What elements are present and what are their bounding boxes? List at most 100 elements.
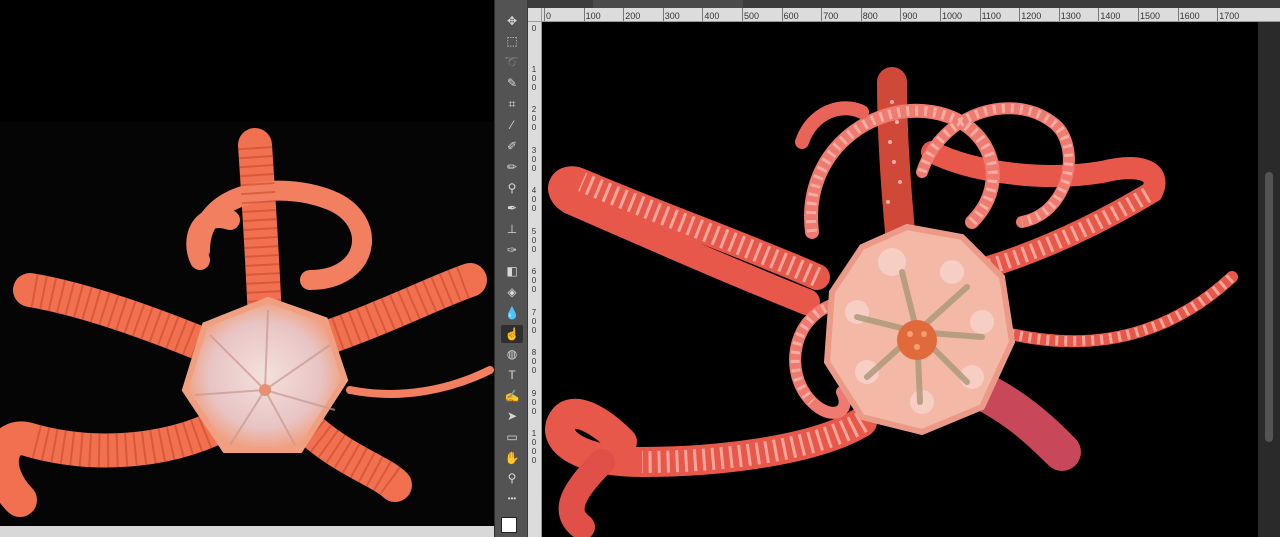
ruler-tick-label: 1600 — [1177, 8, 1200, 21]
document-window: 0 100 200 300 400 500 600 700 800 900 1000 1100 1200… — [528, 0, 1280, 537]
reference-photo — [0, 0, 494, 537]
ruler-tick-label: 1500 — [1137, 8, 1161, 21]
ruler-tick-label: 0 — [543, 8, 552, 21]
ruler-tick-label: 300 — [662, 8, 680, 21]
ruler-tick-label: 4 0 0 — [531, 186, 537, 213]
marquee-tool-icon: ⬚ — [506, 34, 518, 48]
ruler-tick-label: 8 0 0 — [531, 348, 537, 375]
paint-bucket-tool-icon: ◈ — [507, 285, 517, 299]
ruler-tick-label: 9 0 0 — [531, 388, 537, 416]
ruler-tick-label: 1100 — [979, 8, 1001, 21]
ruler-tick-label: 100 — [583, 8, 601, 21]
ruler-tick-label: 1400 — [1098, 8, 1121, 21]
eraser-tool-icon: ◧ — [506, 264, 518, 278]
document-tab-strip[interactable] — [528, 0, 1280, 8]
lasso-tool-button[interactable]: ➰ — [501, 53, 523, 71]
ruler-tick-label: 800 — [860, 8, 878, 21]
eraser-tool-button[interactable]: ◧ — [501, 262, 523, 280]
horizontal-ruler[interactable]: 0 100 200 300 400 500 600 700 800 900 1000 1100 1200… — [542, 8, 1280, 22]
ruler-tick-label: 3 0 0 — [531, 145, 537, 173]
paint-disc-center — [897, 320, 937, 360]
rectangle-tool-icon: ▭ — [506, 430, 518, 444]
foreground-color-swatch[interactable] — [501, 517, 517, 533]
ruler-tick-label: 700 — [821, 8, 839, 21]
smudge-tool-icon: ☝ — [504, 327, 520, 341]
quick-selection-tool-button[interactable]: ✎ — [501, 74, 523, 92]
mixer-brush-tool-button[interactable]: ✑ — [501, 241, 523, 259]
move-tool-button[interactable]: ✥ — [501, 12, 523, 30]
more-tools-button[interactable]: ••• — [501, 490, 523, 508]
ruler-tick-label: 2 0 0 — [531, 105, 537, 132]
pen-tool-icon: ✍ — [504, 389, 520, 403]
brittle-star-photo — [0, 128, 494, 517]
healing-brush-tool-button[interactable]: ✐ — [501, 137, 523, 155]
clone-stamp-tool-icon: ⚲ — [507, 181, 517, 195]
ruler-corner[interactable] — [528, 8, 542, 22]
color-swatches[interactable] — [501, 512, 523, 534]
eyedropper-tool-button[interactable]: ⁄ — [501, 116, 523, 134]
sponge-tool-icon: ◍ — [506, 347, 518, 361]
blur-tool-icon: 💧 — [504, 306, 520, 320]
move-tool-icon: ✥ — [506, 14, 518, 28]
paint-arm-bottom-left-tail — [558, 449, 615, 537]
zoom-tool-button[interactable]: ⚲ — [501, 469, 523, 487]
vertical-scrollbar[interactable] — [1258, 22, 1280, 537]
clone-stamp-tool-button[interactable]: ⚲ — [501, 179, 523, 197]
ruler-tick-label: 1 0 0 — [531, 64, 537, 92]
healing-brush-tool-icon: ✐ — [506, 139, 518, 153]
hand-tool-icon: ✋ — [504, 451, 520, 465]
stamp-tool-icon: ⊥ — [506, 222, 518, 236]
eyedropper-tool-icon: ⁄ — [510, 118, 513, 132]
brush-tool-button[interactable]: ✏ — [501, 158, 523, 176]
ruler-tick-label: 0 — [531, 24, 537, 33]
quick-selection-tool-icon: ✎ — [506, 76, 518, 90]
ruler-tick-label: 1 0 0 0 — [531, 429, 537, 465]
mixer-brush-tool-icon: ✑ — [506, 243, 518, 257]
ruler-tick-label: 1200 — [1019, 8, 1042, 21]
path-selection-tool-button[interactable]: ➤ — [501, 407, 523, 425]
crop-tool-button[interactable]: ⌗ — [501, 95, 523, 113]
painting-canvas[interactable] — [542, 22, 1258, 537]
ruler-tick-label: 500 — [741, 8, 760, 21]
blur-tool-button[interactable]: 💧 — [501, 304, 523, 322]
ruler-tick-label: 1700 — [1217, 8, 1240, 21]
ruler-tick-label: 5 0 0 — [531, 226, 537, 254]
ruler-tick-label: 900 — [900, 8, 918, 21]
vertical-ruler[interactable]: 0 1 0 0 2 0 0 3 0 0 4 0 0 5 0 0 6 0 0 7 0 0 8 0 … — [528, 22, 542, 537]
zoom-tool-icon: ⚲ — [507, 471, 517, 485]
ruler-tick-label: 1300 — [1058, 8, 1081, 21]
brittle-star-painting — [545, 67, 1238, 537]
brush-tool-icon: ✏ — [506, 160, 518, 174]
ruler-tick-label: 400 — [702, 8, 720, 21]
scrollbar-thumb[interactable] — [1265, 172, 1273, 442]
smudge-tool-button[interactable]: ☝ — [501, 325, 523, 343]
stamp-tool-button[interactable]: ⊥ — [501, 220, 523, 238]
paint-arm-left — [548, 166, 830, 315]
paint-bucket-tool-button[interactable]: ◈ — [501, 283, 523, 301]
rectangle-tool-button[interactable]: ▭ — [501, 428, 523, 446]
ruler-tick-label: 7 0 0 — [531, 307, 537, 335]
history-brush-tool-button[interactable]: ✒ — [501, 199, 523, 217]
photo-arm-right — [303, 263, 487, 357]
ruler-tick-label: 6 0 0 — [531, 267, 537, 294]
photo-bottom-strip — [0, 526, 494, 537]
photo-arm-top — [238, 128, 282, 337]
more-tools-icon: ••• — [507, 494, 517, 503]
sponge-tool-button[interactable]: ◍ — [501, 345, 523, 363]
ruler-tick-label: 600 — [781, 8, 799, 21]
marquee-tool-button[interactable]: ⬚ — [501, 32, 523, 50]
photo-arm-thin-right — [346, 366, 494, 398]
type-tool-button[interactable]: T — [501, 366, 523, 384]
pen-tool-button[interactable]: ✍ — [501, 387, 523, 405]
hand-tool-button[interactable]: ✋ — [501, 449, 523, 467]
type-tool-icon: T — [508, 368, 516, 382]
photo-coil-1 — [190, 180, 372, 290]
document-tab[interactable] — [593, 0, 743, 8]
crop-tool-icon: ⌗ — [508, 97, 516, 111]
tools-panel: ✥ ⬚ ➰ ✎ ⌗ ⁄ ✐ ✏ ⚲ ✒ ⊥ ✑ ◧ ◈ 💧 ☝ ◍ T ✍ ➤ ▭ ✋ ⚲ ••• — [494, 0, 528, 537]
lasso-tool-icon: ➰ — [504, 55, 520, 69]
photo-coil-2 — [186, 208, 240, 270]
ruler-tick-label: 200 — [623, 8, 641, 21]
history-brush-tool-icon: ✒ — [506, 201, 518, 215]
ruler-tick-label: 1000 — [939, 8, 963, 21]
